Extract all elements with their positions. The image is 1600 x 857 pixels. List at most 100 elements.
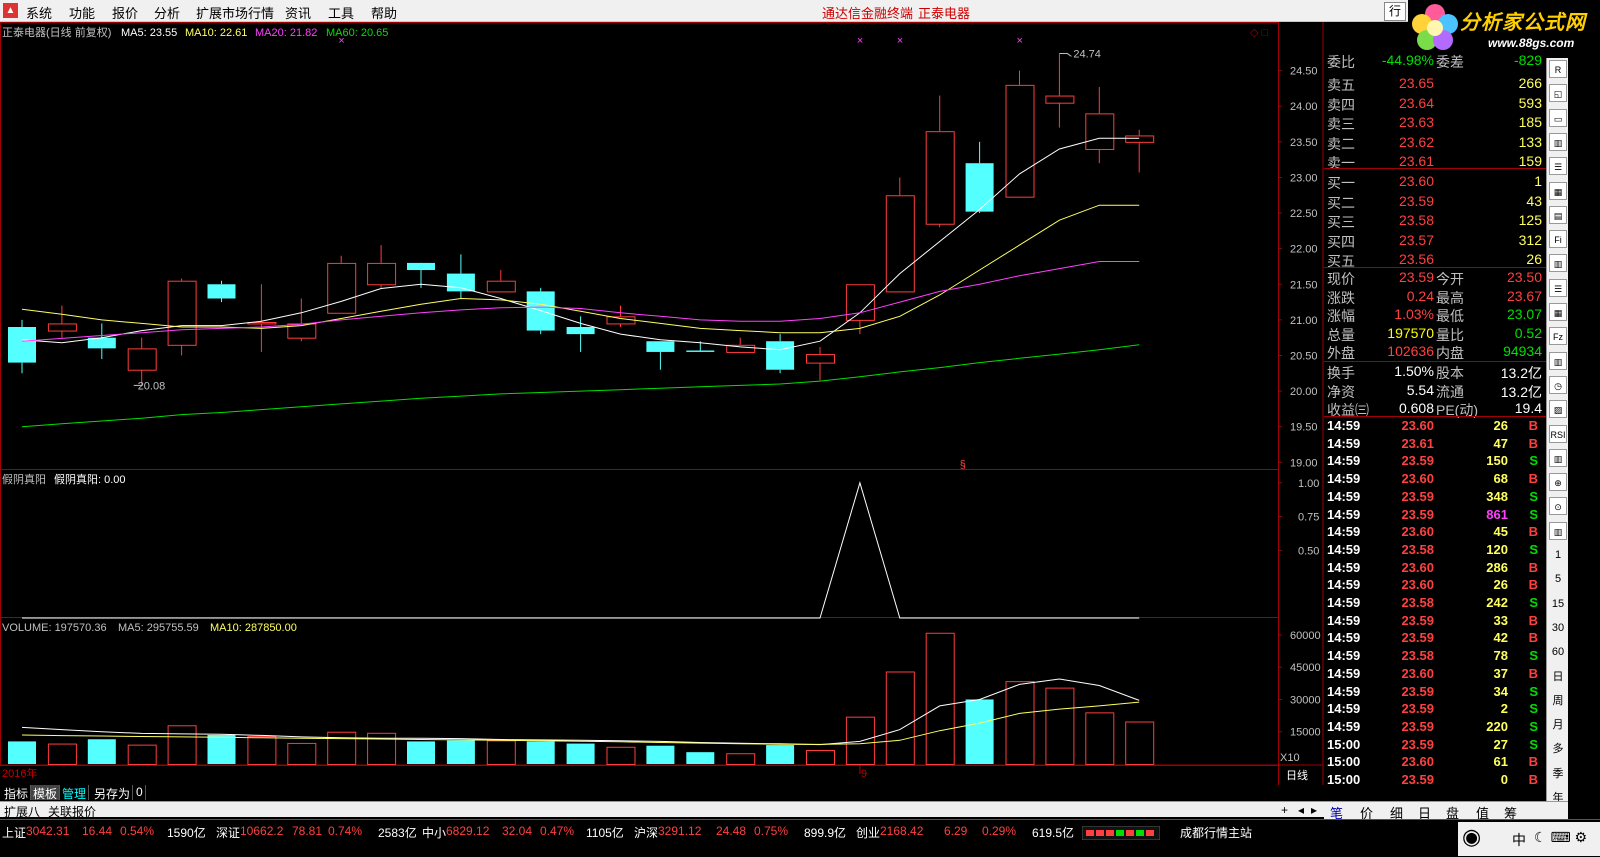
toolbar-button[interactable]: 周 — [1549, 692, 1567, 710]
volume-bar-down — [566, 743, 595, 764]
candle — [845, 284, 875, 335]
tab-ext8[interactable]: 扩展八 — [4, 803, 40, 820]
tab-zero[interactable]: 0 — [134, 785, 146, 800]
tick-row[interactable]: 14:59 23.61 47 B — [1324, 436, 1546, 454]
stat-row: 涨跌 0.24 最高 23.67 — [1324, 288, 1584, 306]
toolbar-button[interactable]: 60 — [1549, 643, 1567, 661]
hs-change: 24.48 — [716, 824, 747, 838]
tab-manage[interactable]: 管理 — [60, 785, 90, 801]
toolbar-button[interactable]: ⊙ — [1549, 497, 1567, 516]
toolbar-button[interactable]: ▦ — [1549, 181, 1567, 200]
toolbar-button[interactable]: ◷ — [1549, 375, 1567, 394]
sell-price: 23.62 — [1398, 133, 1434, 150]
toolbar-button[interactable]: ▥ — [1549, 448, 1567, 467]
volume-tick-label: 15000 — [1290, 727, 1321, 739]
tick-row[interactable]: 15:00 23.60 61 B — [1324, 754, 1546, 772]
tick-row[interactable]: 14:59 23.59 861 S — [1324, 507, 1546, 525]
tick-row[interactable]: 14:59 23.59 150 S — [1324, 453, 1546, 471]
toolbar-button[interactable]: 季 — [1549, 765, 1567, 783]
menu-extended-market[interactable]: 扩展市场行情 — [196, 3, 274, 22]
tick-price: 23.59 — [1401, 718, 1434, 734]
toolbar-button[interactable]: ▥ — [1549, 132, 1567, 151]
candle — [287, 298, 317, 342]
panel-collapse-icon: ◇ □ — [1250, 27, 1269, 39]
ext-plus-button[interactable]: + — [1281, 803, 1288, 817]
tick-row[interactable]: 14:59 23.59 2 S — [1324, 701, 1546, 719]
toolbar-button[interactable]: ▨ — [1549, 400, 1567, 419]
toolbar-button[interactable]: 15 — [1549, 595, 1567, 613]
tick-row[interactable]: 15:00 23.59 0 B — [1324, 772, 1546, 790]
menu-analysis[interactable]: 分析 — [154, 3, 180, 22]
cy-name: 创业 — [856, 826, 881, 840]
toolbar-button[interactable]: ☰ — [1549, 278, 1567, 297]
sell-label: 卖二 — [1327, 135, 1355, 152]
ext-left-button[interactable]: ◂ — [1298, 803, 1304, 817]
tick-row[interactable]: 14:59 23.59 34 S — [1324, 684, 1546, 702]
tick-volume: 45 — [1493, 524, 1508, 540]
tick-row[interactable]: 14:59 23.60 37 B — [1324, 666, 1546, 684]
stat-row: 涨幅 1.03% 最低 23.07 — [1324, 306, 1584, 324]
tick-row[interactable]: 14:59 23.59 220 S — [1324, 719, 1546, 737]
tick-row[interactable]: 14:59 23.58 78 S — [1324, 648, 1546, 666]
tick-row[interactable]: 15:00 23.59 27 S — [1324, 737, 1546, 755]
toolbar-button[interactable]: ▤ — [1549, 205, 1567, 224]
toolbar-button[interactable]: ◱ — [1549, 84, 1567, 103]
toolbar-button[interactable]: 月 — [1549, 716, 1567, 734]
fund-label: 换手 — [1327, 365, 1355, 381]
tab-related-quote[interactable]: 关联报价 — [48, 803, 96, 820]
kline-chart-area[interactable]: 1.00 0.75 0.50 假阴真阳 假阴真阳: 0.00 60000 45000 300… — [0, 22, 1324, 785]
menu-function[interactable]: 功能 — [69, 3, 95, 22]
toolbar-button[interactable]: ▥ — [1549, 254, 1567, 273]
tick-row[interactable]: 14:59 23.59 42 B — [1324, 630, 1546, 648]
menu-quote[interactable]: 报价 — [112, 3, 138, 22]
menu-info[interactable]: 资讯 — [285, 3, 311, 22]
tab-template[interactable]: 模板 — [31, 785, 61, 801]
toolbar-button[interactable]: RSI — [1549, 424, 1567, 443]
tick-price: 23.59 — [1401, 701, 1434, 717]
menu-system[interactable]: 系统 — [26, 3, 52, 22]
tick-row[interactable]: 14:59 23.60 286 B — [1324, 560, 1546, 578]
tab-indicator[interactable]: 指标 — [2, 785, 32, 801]
toolbar-button[interactable]: Fz — [1549, 327, 1567, 346]
toolbar-button[interactable]: 30 — [1549, 619, 1567, 637]
indicator-line — [22, 481, 1140, 619]
sell-volume: 133 — [1518, 133, 1542, 150]
toolbar-button[interactable]: R — [1549, 60, 1567, 78]
window-stock-name: 正泰电器 — [918, 6, 971, 21]
tick-row[interactable]: 14:59 23.60 26 B — [1324, 418, 1546, 436]
toolbar-button[interactable]: ▦ — [1549, 303, 1567, 321]
tick-row[interactable]: 14:59 23.59 348 S — [1324, 489, 1546, 507]
tick-row[interactable]: 14:59 23.60 45 B — [1324, 524, 1546, 542]
quote-window-tab[interactable]: 行 — [1384, 2, 1406, 21]
tick-row[interactable]: 14:59 23.59 33 B — [1324, 613, 1546, 631]
ime-tools-icon: ☾ ⌨ ⚙ — [1534, 829, 1588, 845]
menu-help[interactable]: 帮助 — [371, 3, 397, 22]
buy-volume: 26 — [1526, 251, 1542, 268]
toolbar-button[interactable]: Fi — [1549, 230, 1567, 249]
tick-row[interactable]: 14:59 23.60 68 B — [1324, 471, 1546, 489]
stat-value-2: 23.67 — [1506, 287, 1542, 304]
ime-toolbar[interactable]: 中 ◉ ☾ ⌨ ⚙ — [1458, 822, 1600, 856]
toolbar-button[interactable]: ▭ — [1549, 108, 1567, 127]
server-site[interactable]: 成都行情主站 — [1180, 824, 1252, 841]
price-tick-label: 24.50 — [1290, 66, 1318, 78]
buy-price: 23.58 — [1398, 212, 1434, 229]
toolbar-button[interactable]: 日 — [1549, 668, 1567, 686]
toolbar-button[interactable]: ☰ — [1549, 157, 1567, 176]
toolbar-button[interactable]: ⊕ — [1549, 473, 1567, 492]
toolbar-button[interactable]: 5 — [1549, 570, 1567, 588]
ext-right-button[interactable]: ▸ — [1311, 803, 1317, 817]
toolbar-button[interactable]: ▥ — [1549, 521, 1567, 540]
menu-tools[interactable]: 工具 — [328, 3, 354, 22]
tick-direction: S — [1529, 595, 1538, 610]
toolbar-button[interactable]: 多 — [1549, 740, 1567, 758]
tick-row[interactable]: 14:59 23.58 120 S — [1324, 542, 1546, 560]
toolbar-button[interactable]: ▥ — [1549, 351, 1567, 370]
tick-row[interactable]: 14:59 23.60 26 B — [1324, 577, 1546, 595]
tick-row[interactable]: 14:59 23.58 242 S — [1324, 595, 1546, 613]
tab-save-as[interactable]: 另存为 — [92, 785, 134, 801]
quote-separator — [1324, 267, 1546, 268]
toolbar-button[interactable]: 1 — [1549, 546, 1567, 564]
tick-direction: B — [1528, 418, 1538, 433]
volume-bar-up — [925, 632, 955, 765]
